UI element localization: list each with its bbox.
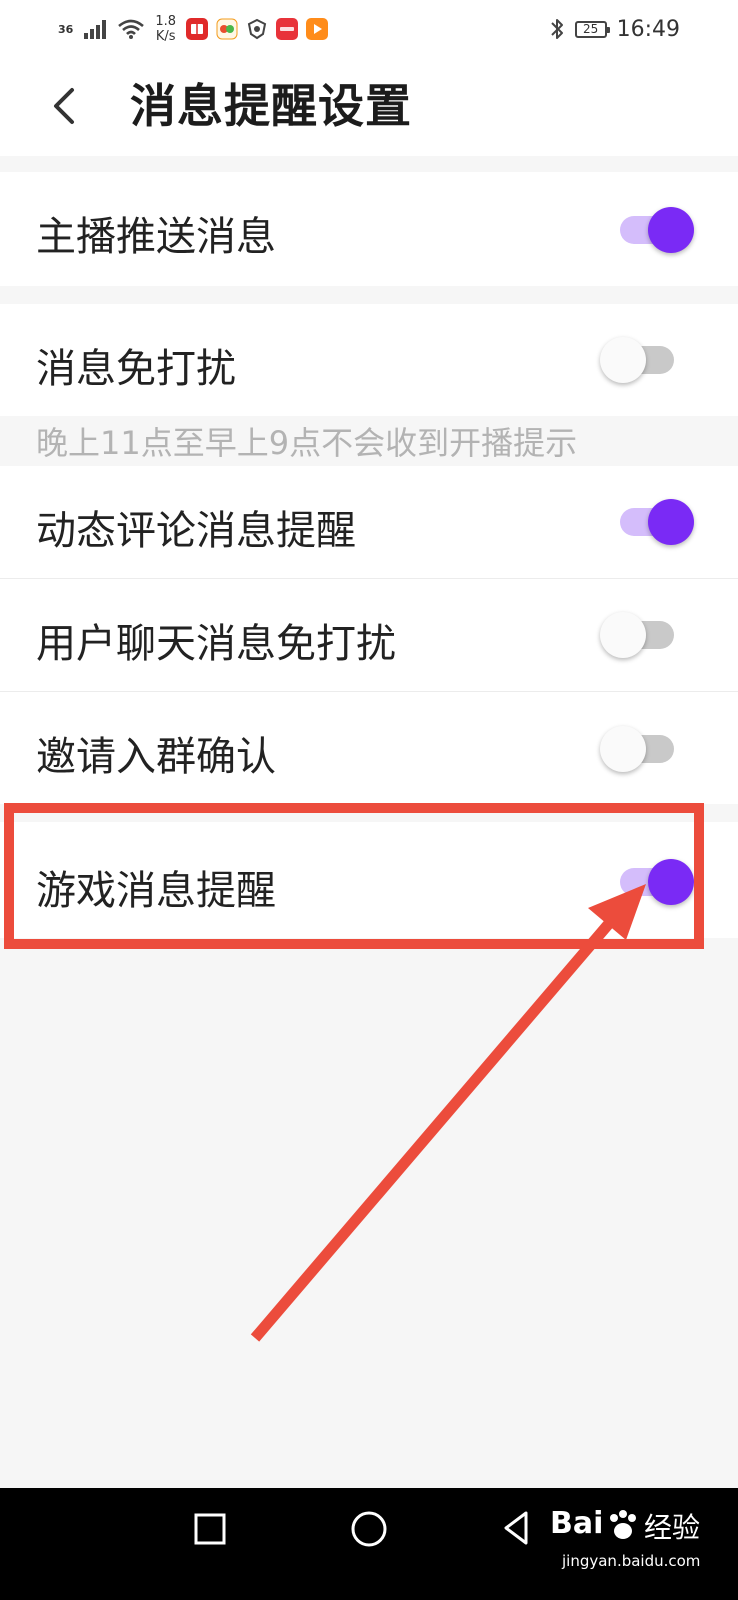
anchor-push-toggle[interactable]: [614, 205, 694, 255]
setting-label: 用户聊天消息免打扰: [36, 621, 396, 667]
chevron-left-icon: [54, 88, 74, 124]
status-bar: 36 1.8 K/s 25 16:49: [0, 0, 738, 56]
network-speed-value: 1.8: [155, 14, 176, 29]
setting-row-anchor-push: 主播推送消息: [0, 172, 738, 286]
cellular-signal-icon: [84, 20, 107, 39]
page-title: 消息提醒设置: [130, 79, 412, 133]
bluetooth-icon: [550, 19, 563, 39]
58-app-icon: [216, 18, 238, 40]
toggle-thumb: [600, 337, 646, 383]
setting-row-group-invite: 邀请入群确认: [0, 692, 738, 804]
network-speed-unit: K/s: [155, 29, 176, 44]
do-not-disturb-toggle[interactable]: [600, 335, 680, 385]
setting-row-comment-notify: 动态评论消息提醒: [0, 466, 738, 578]
network-speed: 1.8 K/s: [155, 14, 176, 44]
comment-notify-toggle[interactable]: [614, 497, 694, 547]
status-bar-right: 25 16:49: [549, 12, 680, 46]
recent-apps-button[interactable]: [166, 1488, 256, 1578]
chat-dnd-toggle[interactable]: [600, 610, 680, 660]
shield-app-icon: [246, 18, 268, 40]
setting-row-chat-dnd: 用户聊天消息免打扰: [0, 579, 738, 691]
setting-label: 消息免打扰: [36, 346, 236, 392]
setting-label: 主播推送消息: [36, 214, 276, 260]
red-book-app-icon: [186, 18, 208, 40]
watermark-domain: jingyan.baidu.com: [562, 1552, 701, 1570]
video-play-app-icon: [306, 18, 328, 40]
home-button[interactable]: [324, 1488, 414, 1578]
battery-icon: 25: [574, 20, 610, 38]
paw-icon: [610, 1510, 636, 1539]
huawei-app-icon: [276, 18, 298, 40]
signal-type-label: 36: [58, 22, 74, 36]
setting-label: 邀请入群确认: [36, 734, 276, 780]
status-bar-left: 36 1.8 K/s: [58, 12, 328, 46]
square-icon: [194, 1513, 226, 1545]
toggle-thumb: [648, 499, 694, 545]
circle-icon: [351, 1511, 387, 1547]
annotation-highlight-box: [4, 803, 704, 949]
header: 消息提醒设置: [0, 56, 738, 156]
baidu-jingyan-watermark: Bai 经验 jingyan.baidu.com: [550, 1506, 720, 1578]
do-not-disturb-hint: 晚上11点至早上9点不会收到开播提示: [36, 424, 578, 462]
toggle-thumb: [648, 207, 694, 253]
toggle-thumb: [600, 612, 646, 658]
toggle-thumb: [600, 726, 646, 772]
system-nav-bar: Bai 经验 jingyan.baidu.com: [0, 1488, 738, 1600]
watermark-logo-suffix: 经验: [644, 1511, 701, 1544]
group-invite-toggle[interactable]: [600, 724, 680, 774]
back-button[interactable]: [40, 76, 92, 136]
battery-level: 25: [582, 22, 599, 36]
setting-label: 动态评论消息提醒: [36, 508, 356, 554]
status-time: 16:49: [616, 16, 680, 42]
watermark-logo-text: Bai: [550, 1506, 604, 1541]
wifi-icon: [118, 19, 145, 39]
setting-row-do-not-disturb: 消息免打扰: [0, 304, 738, 416]
